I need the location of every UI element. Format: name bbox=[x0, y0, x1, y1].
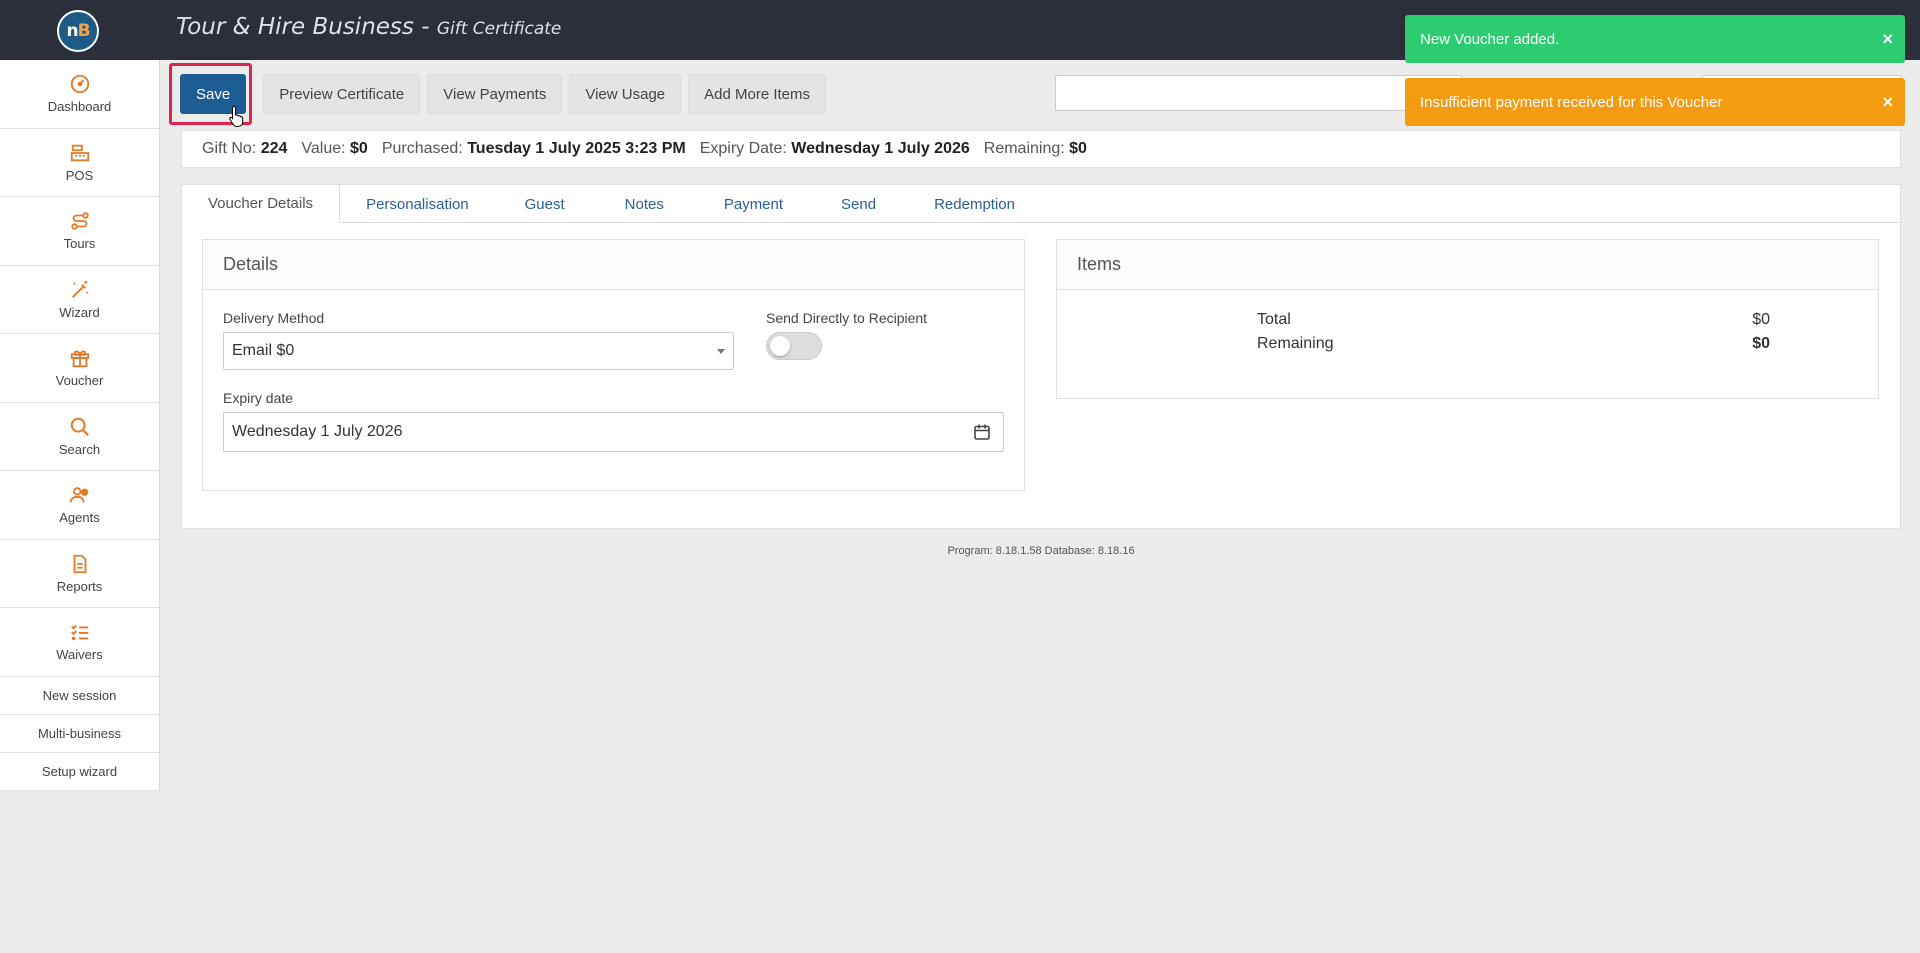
tab-bar: Voucher Details Personalisation Guest No… bbox=[181, 184, 1900, 223]
remaining-amount: Remaining: $0 bbox=[983, 140, 1087, 157]
voucher-summary-strip: Gift No: 224 Value: $0 Purchased: Tuesda… bbox=[181, 130, 1901, 168]
items-card: Items Total $0 Remaining $0 bbox=[1056, 239, 1879, 399]
search-input[interactable] bbox=[1055, 75, 1462, 111]
document-icon bbox=[73, 554, 86, 573]
purchased-date: Purchased: Tuesday 1 July 2025 3:23 PM bbox=[381, 140, 686, 157]
success-toast-message: New Voucher added. bbox=[1420, 30, 1560, 48]
delivery-method-select[interactable]: Email $0 bbox=[223, 332, 734, 370]
send-direct-toggle[interactable] bbox=[766, 332, 822, 360]
preview-certificate-button[interactable]: Preview Certificate bbox=[263, 74, 421, 114]
sidebar-item-agents[interactable]: Agents bbox=[0, 471, 159, 540]
sidebar-item-label: Waivers bbox=[56, 647, 103, 663]
sidebar-item-label: Voucher bbox=[55, 373, 104, 389]
sidebar-item-reports[interactable]: Reports bbox=[0, 540, 159, 608]
sidebar-item-tours[interactable]: Tours bbox=[0, 197, 159, 266]
sidebar-item-dashboard[interactable]: Dashboard bbox=[0, 60, 159, 129]
sidebar-item-pos[interactable]: POS bbox=[0, 129, 159, 197]
magic-wand-icon bbox=[71, 280, 88, 298]
expiry-date-label: Expiry date bbox=[223, 390, 294, 406]
tab-guest[interactable]: Guest bbox=[495, 185, 595, 223]
sidebar-link-setup-wizard[interactable]: Setup wizard bbox=[0, 753, 159, 791]
details-card: Details Delivery Method Email $0 Send Di… bbox=[202, 239, 1025, 491]
expiry-date: Expiry Date: Wednesday 1 July 2026 bbox=[699, 140, 970, 157]
sidebar-item-label: Reports bbox=[56, 578, 103, 594]
total-label: Total bbox=[1257, 311, 1291, 328]
delivery-method-value: Email $0 bbox=[232, 342, 295, 359]
items-totals: Total $0 Remaining $0 bbox=[1257, 308, 1770, 356]
search-icon bbox=[70, 417, 89, 436]
voucher-panel: Voucher Details Personalisation Guest No… bbox=[181, 184, 1901, 529]
checklist-icon bbox=[70, 625, 88, 641]
expiry-date-input[interactable]: Wednesday 1 July 2026 bbox=[223, 412, 1004, 452]
tab-voucher-details[interactable]: Voucher Details bbox=[181, 184, 341, 223]
tab-redemption[interactable]: Redemption bbox=[904, 185, 1045, 223]
total-value: $0 bbox=[1752, 311, 1770, 328]
send-direct-label: Send Directly to Recipient bbox=[766, 310, 928, 326]
chevron-down-icon bbox=[717, 349, 725, 354]
view-usage-button[interactable]: View Usage bbox=[569, 74, 682, 114]
tab-send[interactable]: Send bbox=[813, 185, 904, 223]
route-icon bbox=[70, 212, 89, 230]
sidebar-item-label: Dashboard bbox=[47, 99, 112, 115]
toolbar: Save Preview Certificate View Payments V… bbox=[180, 74, 827, 114]
sidebar-item-wizard[interactable]: Wizard bbox=[0, 266, 159, 334]
sidebar-item-search[interactable]: Search bbox=[0, 403, 159, 471]
sidebar-item-voucher[interactable]: Voucher bbox=[0, 334, 159, 403]
warning-toast-message: Insufficient payment received for this V… bbox=[1420, 93, 1723, 111]
remaining-row: Remaining $0 bbox=[1257, 332, 1770, 356]
version-footer: Program: 8.18.1.58 Database: 8.18.16 bbox=[947, 545, 1135, 557]
hand-cursor-icon bbox=[229, 105, 244, 127]
view-payments-button[interactable]: View Payments bbox=[427, 74, 563, 114]
sidebar-item-label: Agents bbox=[59, 510, 100, 526]
close-icon[interactable]: × bbox=[1882, 92, 1893, 113]
sidebar-link-new-session[interactable]: New session bbox=[0, 677, 159, 715]
tab-notes[interactable]: Notes bbox=[595, 185, 694, 223]
sidebar-link-multi-business[interactable]: Multi-business bbox=[0, 715, 159, 753]
delivery-method-label: Delivery Method bbox=[223, 310, 325, 326]
page-subtitle: Gift Certificate bbox=[436, 19, 562, 39]
app-logo[interactable]: nB bbox=[57, 10, 99, 52]
success-toast: New Voucher added. × bbox=[1405, 15, 1905, 63]
tab-payment[interactable]: Payment bbox=[694, 185, 813, 223]
gift-number: Gift No: 224 bbox=[202, 140, 288, 157]
logo-letter-b: B bbox=[77, 21, 91, 41]
page-title: Tour & Hire Business - Gift Certificate bbox=[176, 14, 561, 40]
remaining-label: Remaining bbox=[1257, 335, 1334, 352]
calendar-icon[interactable] bbox=[973, 423, 991, 441]
sidebar: Dashboard POS Tours Wizard Voucher Searc… bbox=[0, 60, 160, 791]
gauge-icon bbox=[70, 75, 89, 94]
gift-icon bbox=[70, 350, 89, 368]
cash-register-icon bbox=[70, 144, 89, 161]
expiry-date-value: Wednesday 1 July 2026 bbox=[232, 423, 403, 440]
sidebar-item-label: Wizard bbox=[59, 304, 100, 320]
items-card-title: Items bbox=[1057, 240, 1878, 290]
tab-personalisation[interactable]: Personalisation bbox=[340, 185, 495, 223]
business-name: Tour & Hire Business bbox=[176, 14, 414, 40]
toggle-knob bbox=[770, 336, 790, 356]
add-more-items-button[interactable]: Add More Items bbox=[688, 74, 827, 114]
logo-letter-n: n bbox=[66, 21, 78, 41]
sidebar-item-waivers[interactable]: Waivers bbox=[0, 608, 159, 677]
voucher-value: Value: $0 bbox=[301, 140, 368, 157]
sidebar-item-label: Tours bbox=[63, 236, 96, 252]
title-separator: - bbox=[413, 14, 437, 40]
warning-toast: Insufficient payment received for this V… bbox=[1405, 78, 1905, 126]
close-icon[interactable]: × bbox=[1882, 29, 1893, 50]
total-row: Total $0 bbox=[1257, 308, 1770, 332]
remaining-value: $0 bbox=[1752, 335, 1770, 352]
details-card-title: Details bbox=[203, 240, 1024, 290]
users-icon bbox=[69, 487, 88, 503]
sidebar-item-label: Search bbox=[58, 441, 101, 457]
sidebar-item-label: POS bbox=[65, 167, 94, 183]
